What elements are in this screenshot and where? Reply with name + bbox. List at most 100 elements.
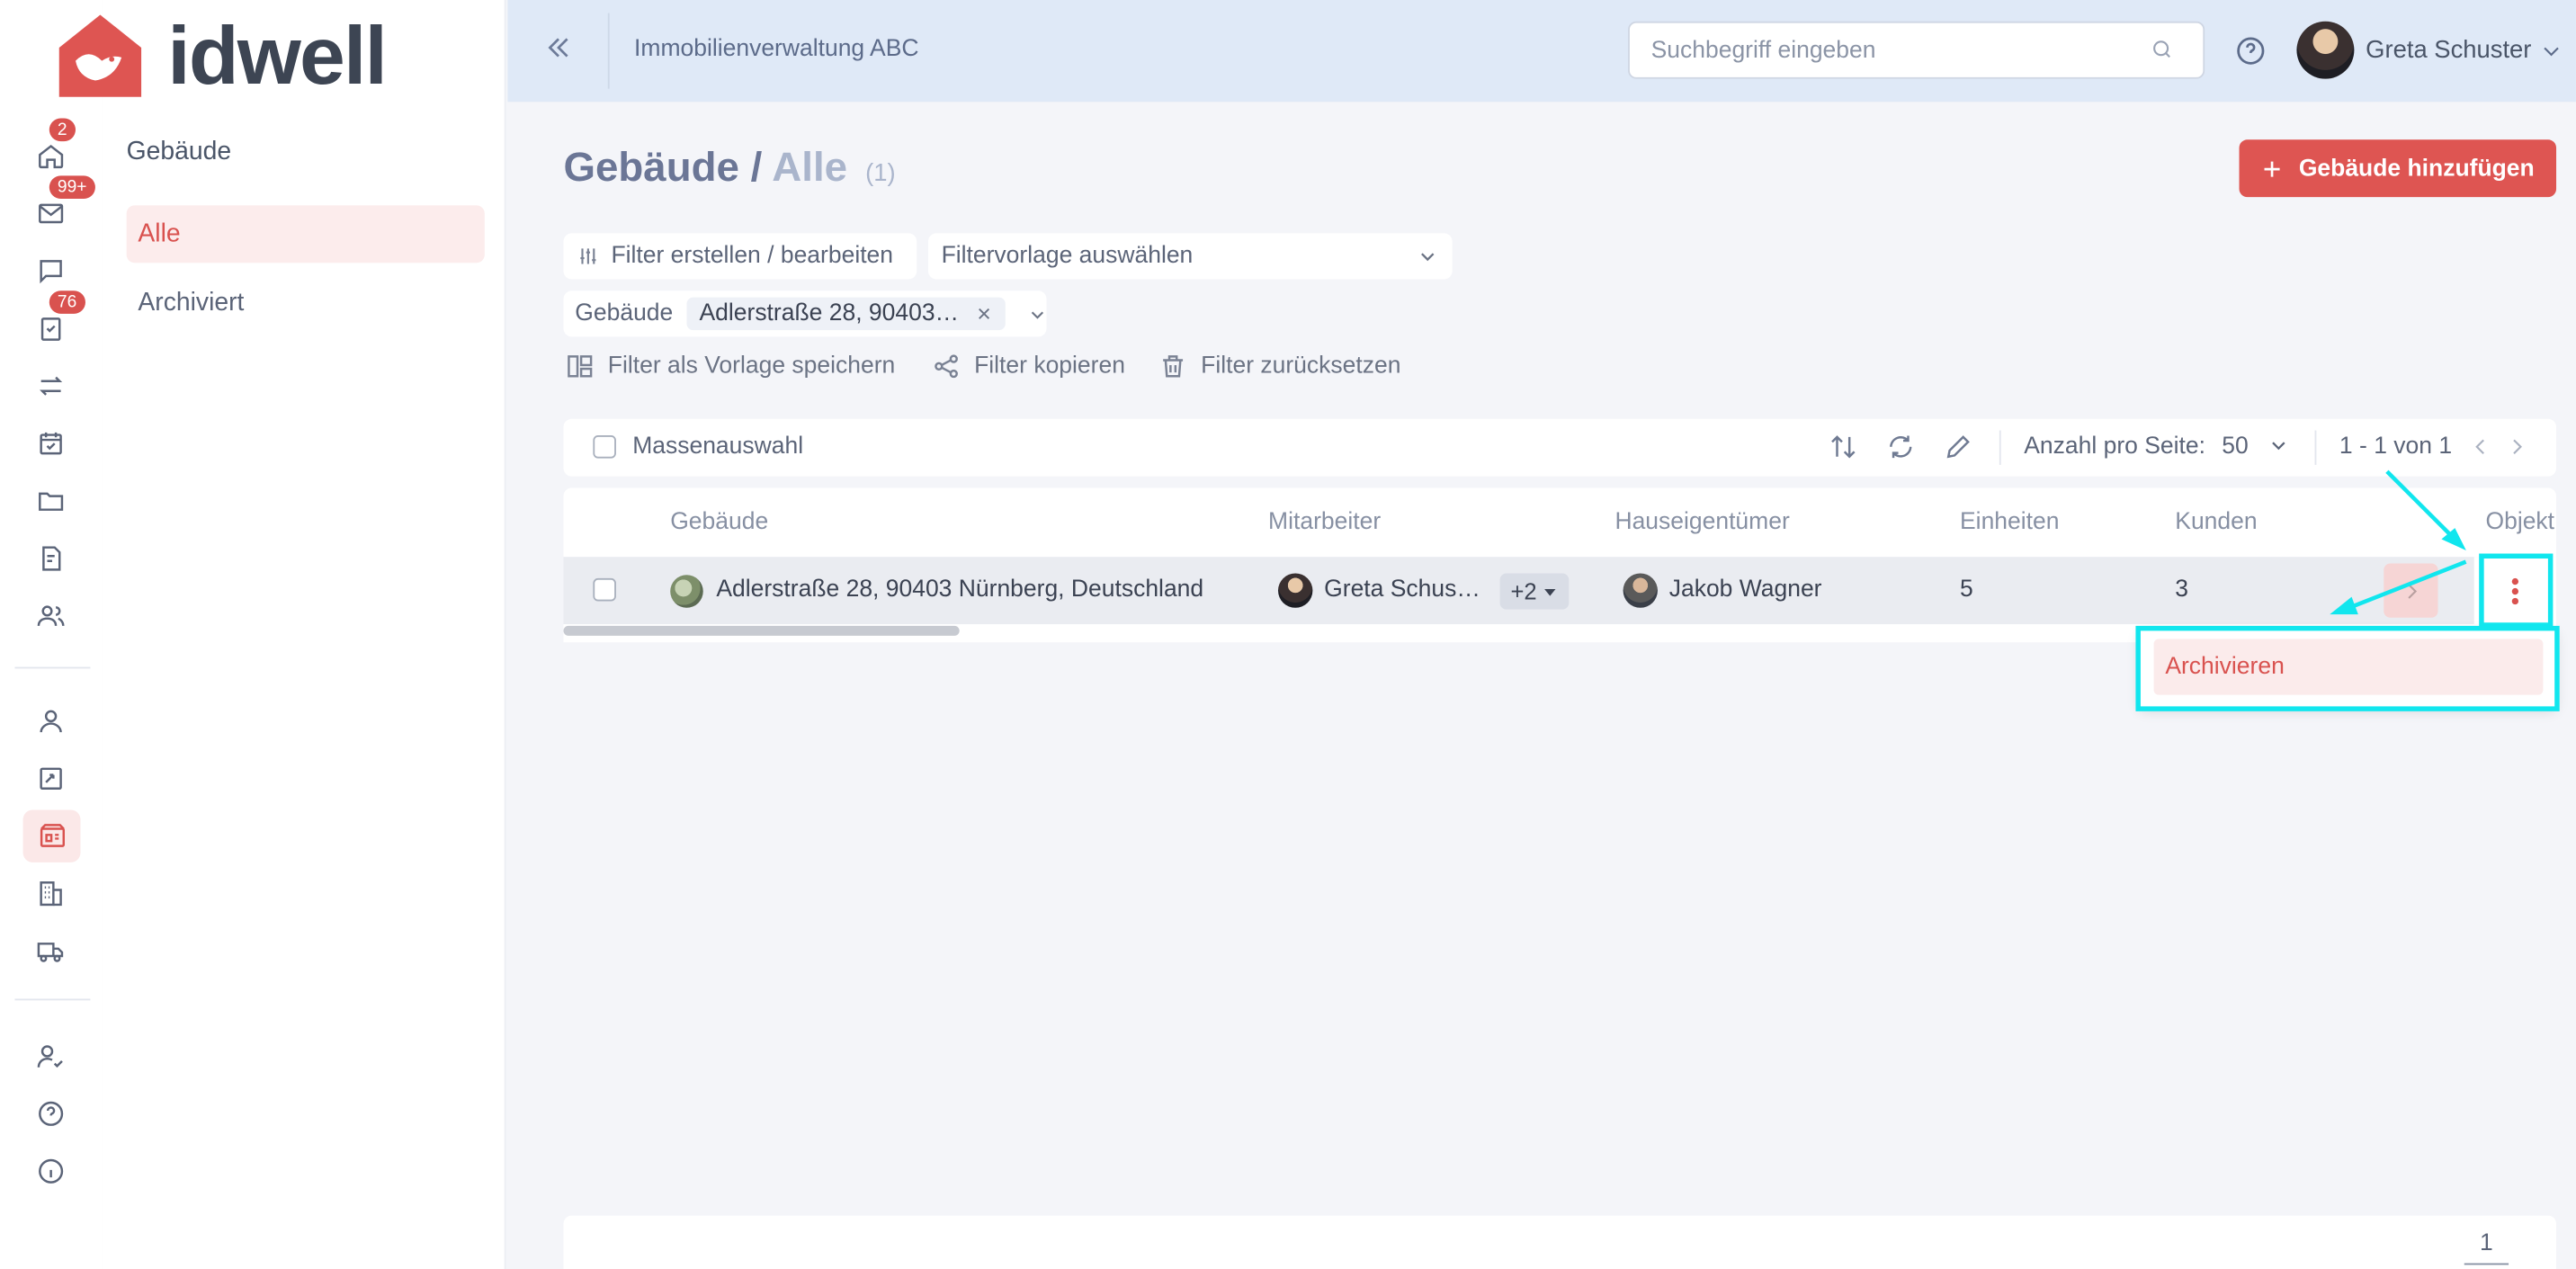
filter-template-label: Filtervorlage auswählen [941,243,1194,270]
add-building-label: Gebäude hinzufügen [2298,155,2535,182]
reset-filter-label: Filter zurücksetzen [1201,353,1401,380]
folder-icon[interactable] [33,483,69,519]
save-filter-template-button[interactable]: Filter als Vorlage speichern [565,350,895,383]
column-header-object[interactable]: Objekt [2485,509,2554,535]
active-filter-tag: Adlerstraße 28, 90403… [685,297,1006,331]
pagination-info: 1 - 1 von 1 [2339,433,2453,460]
per-page-select[interactable]: Anzahl pro Seite: 50 [2024,433,2287,460]
trash-icon [1163,355,1184,378]
help-icon[interactable] [33,1095,69,1131]
chevron-right-icon[interactable] [2505,435,2528,459]
icon-rail: 2 99+ 76 [0,0,103,1269]
chevron-down-icon [1421,253,1435,262]
mail-badge: 99+ [49,175,95,200]
breadcrumb: Gebäude / Alle (1) [563,145,895,192]
per-page-label: Anzahl pro Seite: [2024,433,2205,460]
column-header-customers[interactable]: Kunden [2175,509,2257,535]
building-card-icon[interactable] [22,809,81,862]
row-checkbox[interactable] [593,577,616,602]
chevron-down-icon[interactable] [2540,40,2563,63]
add-building-button[interactable]: Gebäude hinzufügen [2239,139,2557,198]
rail-divider [14,666,91,669]
sidebar-item-alle[interactable]: Alle [126,205,485,264]
page-number[interactable]: 1 [2464,1230,2509,1265]
page-title[interactable]: Gebäude [563,145,738,191]
chevron-down-icon [2271,442,2285,451]
person-icon[interactable] [33,703,69,739]
tasks-icon[interactable]: 76 [33,290,85,346]
user-avatar[interactable] [2296,21,2355,79]
bulk-select-label: Massenauswahl [632,433,804,460]
home-icon[interactable]: 2 [33,118,76,174]
more-employees-badge[interactable]: +2 [1499,573,1570,610]
sort-icon[interactable] [1829,432,1858,461]
search-icon[interactable] [2151,38,2174,61]
buildings-icon[interactable] [33,876,69,912]
page-count: (1) [865,159,896,188]
organization-name[interactable]: Immobilienverwaltung ABC [634,36,918,62]
bulk-toolbar: Massenauswahl Anzahl pro Seite: 50 1 - 1… [563,418,2557,477]
mail-icon[interactable]: 99+ [33,175,95,231]
breadcrumb-separator: / [750,144,763,191]
select-all-checkbox[interactable] [593,435,616,459]
home-badge: 2 [49,118,76,142]
highlight-archive-menu [2135,625,2560,711]
annotation-arrows [2330,469,2467,615]
chat-icon[interactable] [33,253,69,289]
save-filter-template-label: Filter als Vorlage speichern [607,353,896,380]
edit-filter-button[interactable]: Filter erstellen / bearbeiten [563,233,917,280]
caret-down-icon [1545,588,1557,595]
column-header-owner[interactable]: Hauseigentümer [1614,509,1789,535]
calendar-icon[interactable] [33,425,69,461]
info-icon[interactable] [33,1153,69,1189]
active-filter-chip[interactable]: Gebäude Adlerstraße 28, 90403… [563,290,1047,337]
cell-building[interactable]: Adlerstraße 28, 90403 Nürnberg, Deutschl… [716,576,1203,603]
reset-filter-button[interactable]: Filter zurücksetzen [1158,350,1401,383]
collapse-sidebar-icon[interactable] [544,33,574,73]
column-header-building[interactable]: Gebäude [670,509,768,535]
edit-icon[interactable] [1944,432,1973,461]
truck-icon[interactable] [33,933,69,969]
header-divider [607,13,610,89]
highlight-row-actions [2479,553,2554,628]
sidebar-item-archiviert[interactable]: Archiviert [127,274,485,332]
header-help-icon[interactable] [2234,34,2267,67]
chevron-left-icon[interactable] [2469,435,2492,459]
sidebar-title: Gebäude [126,138,232,166]
toolbar-divider [1999,430,2001,465]
cell-customers: 3 [2175,576,2189,603]
share-icon [935,354,958,379]
close-icon[interactable] [975,306,991,322]
per-page-value: 50 [2222,433,2249,460]
table-row[interactable]: Adlerstraße 28, 90403 Nürnberg, Deutschl… [563,557,2557,625]
copy-filter-button[interactable]: Filter kopieren [932,350,1125,383]
column-header-employee[interactable]: Mitarbeiter [1268,509,1381,535]
document-icon[interactable] [33,541,69,576]
building-thumbnail [670,575,703,608]
user-name[interactable]: Greta Schuster [2366,36,2531,64]
top-header: Immobilienverwaltung ABC Greta Schuster [507,0,2576,103]
transfer-icon[interactable] [33,368,69,404]
logo[interactable]: idwell [56,10,417,102]
buildings-table: Gebäude Mitarbeiter Hauseigentümer Einhe… [563,487,2557,643]
page-subtitle: Alle [772,144,848,191]
chevron-down-icon[interactable] [1028,305,1046,323]
more-employees-count: +2 [1510,577,1537,605]
search-input[interactable] [1628,21,2205,79]
column-header-units[interactable]: Einheiten [1960,509,2059,535]
logo-house-icon [58,14,142,97]
table-footer: 1 [563,1215,2557,1269]
edit-filter-label: Filter erstellen / bearbeiten [611,243,894,270]
logo-text: idwell [167,9,388,103]
owner-avatar [1623,573,1658,608]
cell-employee: Greta Schus… [1324,576,1480,603]
active-filter-value: Adlerstraße 28, 90403… [699,300,960,327]
filter-template-select[interactable]: Filtervorlage auswählen [927,233,1453,280]
contract-icon[interactable] [33,761,69,797]
tasks-badge: 76 [49,290,85,314]
user-check-icon[interactable] [33,1038,69,1074]
sidebar-panel [102,0,506,1269]
users-icon[interactable] [33,598,69,634]
horizontal-scrollbar[interactable] [563,625,960,636]
refresh-icon[interactable] [1886,432,1916,461]
